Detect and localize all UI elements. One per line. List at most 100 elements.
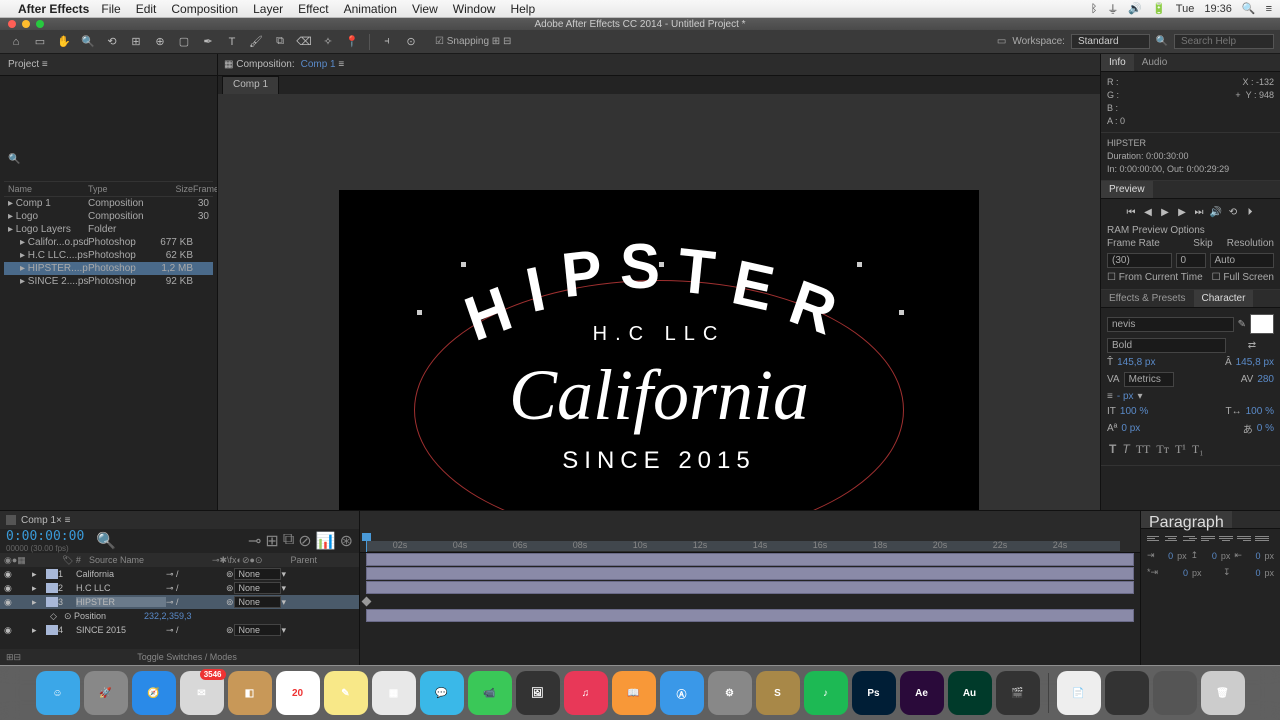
timeline-tab[interactable]: Comp 1 × ≡	[0, 511, 359, 529]
timeline-layer[interactable]: ◉▸ 4SINCE 2015⊸ / ⊚ None▾	[0, 623, 359, 637]
menu-file[interactable]: File	[101, 2, 120, 16]
shape-tool-icon[interactable]: ▢	[174, 33, 194, 51]
expand-icon[interactable]: ⊞⊟	[6, 652, 21, 663]
dock-ibooks[interactable]: 📖	[612, 671, 656, 715]
timeline-layer[interactable]: ◉▸ 3HIPSTER⊸ / ⊚ None▾	[0, 595, 359, 609]
canvas[interactable]: HIPSTER H.C LLC California SINCE 2015	[339, 190, 979, 550]
motion-blur-icon[interactable]: ⊘	[298, 531, 311, 551]
space-before-input[interactable]: 0	[1202, 551, 1217, 561]
dock-facetime[interactable]: 📹	[468, 671, 512, 715]
toggle-switches-button[interactable]: Toggle Switches / Modes	[21, 652, 353, 662]
first-line-input[interactable]: 0	[1162, 568, 1188, 578]
justify-last-left-icon[interactable]	[1201, 532, 1215, 544]
brush-tool-icon[interactable]: 🖌	[246, 33, 266, 51]
draft-icon[interactable]: ⊞	[265, 531, 278, 551]
tracking-input[interactable]: 280	[1257, 374, 1274, 385]
project-item[interactable]: ▸ Logo LayersFolder	[4, 223, 213, 236]
project-item[interactable]: ▸ LogoComposition30	[4, 210, 213, 223]
dock-mail[interactable]: ✉3546	[180, 671, 224, 715]
ram-preview-icon[interactable]: ⏵	[1243, 207, 1257, 221]
preview-tab[interactable]: Preview	[1101, 181, 1153, 198]
dock-trash[interactable]: 🗑	[1201, 671, 1245, 715]
dock-notes[interactable]: ✎	[324, 671, 368, 715]
swap-colors-icon[interactable]: ⇄	[1230, 340, 1274, 351]
dock-contacts[interactable]: ◧	[228, 671, 272, 715]
camera-tool-icon[interactable]: ⊞	[126, 33, 146, 51]
space-after-input[interactable]: 0	[1234, 568, 1260, 578]
hipster-text[interactable]: HIPSTER	[466, 232, 852, 304]
brainstorm-icon[interactable]: ⊛	[340, 531, 353, 551]
bluetooth-icon[interactable]: ᛒ	[1091, 3, 1098, 15]
info-tab[interactable]: Info	[1101, 54, 1134, 71]
volume-icon[interactable]: 🔊	[1128, 2, 1142, 15]
project-item[interactable]: ▸ Comp 1Composition30	[4, 197, 213, 210]
clock-time[interactable]: 19:36	[1204, 3, 1232, 15]
skip-dropdown[interactable]: 0	[1176, 253, 1206, 268]
text-tool-icon[interactable]: T	[222, 33, 242, 51]
anchor-icon[interactable]: ⊙	[401, 33, 421, 51]
minimize-window-icon[interactable]	[22, 20, 30, 28]
last-frame-icon[interactable]: ⏭	[1192, 207, 1206, 221]
menu-composition[interactable]: Composition	[171, 2, 238, 16]
dock-calendar[interactable]: 20	[276, 671, 320, 715]
mute-icon[interactable]: 🔊	[1209, 207, 1223, 221]
menu-layer[interactable]: Layer	[253, 2, 283, 16]
spotlight-icon[interactable]: 🔍	[1242, 2, 1256, 15]
notifications-icon[interactable]: ≡	[1266, 3, 1272, 15]
dock-aftereffects[interactable]: Ae	[900, 671, 944, 715]
dock-safari[interactable]: 🧭	[132, 671, 176, 715]
italic-button[interactable]: T	[1122, 442, 1129, 457]
search-help-input[interactable]	[1174, 34, 1274, 49]
dock-sublime[interactable]: S	[756, 671, 800, 715]
justify-all-icon[interactable]	[1255, 532, 1269, 544]
vscale-input[interactable]: 100 %	[1120, 406, 1148, 417]
layer-bar[interactable]	[366, 581, 1134, 594]
from-current-check[interactable]: ☐ From Current Time	[1107, 272, 1203, 283]
font-style-dropdown[interactable]: Bold	[1107, 338, 1226, 353]
indent-left-input[interactable]: 0	[1159, 551, 1174, 561]
timeline-ruler[interactable]: 02s04s06s08s10s12s14s16s18s20s22s24s	[360, 511, 1140, 553]
subscript-button[interactable]: T₁	[1192, 442, 1204, 457]
dock-win2[interactable]	[1153, 671, 1197, 715]
timeline-timecode[interactable]: 0:00:00:00	[6, 529, 84, 544]
project-search-input[interactable]	[8, 165, 209, 177]
snapping-label[interactable]: ☑ Snapping ⊞ ⊟	[435, 36, 511, 47]
pen-tool-icon[interactable]: ✒	[198, 33, 218, 51]
smallcaps-button[interactable]: Tᴛ	[1156, 442, 1169, 457]
project-item[interactable]: ▸ HIPSTER....psdPhotoshop1,2 MB	[4, 262, 213, 275]
framerate-dropdown[interactable]: (30)	[1107, 253, 1172, 268]
frame-blend-icon[interactable]: ⧉	[283, 531, 294, 551]
workspace-dropdown[interactable]: Standard	[1071, 34, 1150, 49]
clock-day[interactable]: Tue	[1176, 3, 1195, 15]
keyframe-icon[interactable]	[362, 597, 372, 607]
comp-tab[interactable]: Comp 1	[222, 76, 279, 94]
composition-name[interactable]: Comp 1	[301, 59, 336, 70]
character-tab[interactable]: Character	[1194, 290, 1254, 307]
shy-icon[interactable]: ⊸	[248, 531, 261, 551]
dock-photoshop[interactable]: Ps	[852, 671, 896, 715]
menu-window[interactable]: Window	[453, 2, 496, 16]
home-icon[interactable]: ⌂	[6, 33, 26, 51]
app-name[interactable]: After Effects	[18, 2, 89, 16]
dock-numbers[interactable]: ▦	[372, 671, 416, 715]
font-size-input[interactable]: 145,8 px	[1117, 357, 1155, 368]
tsume-input[interactable]: 0 %	[1257, 423, 1274, 434]
align-center-icon[interactable]	[1165, 532, 1179, 544]
align-right-icon[interactable]	[1183, 532, 1197, 544]
hscale-input[interactable]: 100 %	[1246, 406, 1274, 417]
timeline-property[interactable]: ◇⊙ Position232,2,359,3	[0, 609, 359, 623]
audio-tab[interactable]: Audio	[1134, 54, 1176, 71]
timeline-layer[interactable]: ◉▸ 1California⊸ / ⊚ None▾	[0, 567, 359, 581]
baseline-input[interactable]: 0 px	[1121, 423, 1140, 434]
project-item[interactable]: ▸ H.C LLC....psdPhotoshop62 KB	[4, 249, 213, 262]
dock-messages[interactable]: 💬	[420, 671, 464, 715]
play-icon[interactable]: ▶	[1158, 207, 1172, 221]
superscript-button[interactable]: T¹	[1175, 442, 1186, 457]
rotate-tool-icon[interactable]: ⟲	[102, 33, 122, 51]
dock-itunes[interactable]: ♫	[564, 671, 608, 715]
puppet-tool-icon[interactable]: 📍	[342, 33, 362, 51]
loop-icon[interactable]: ⟲	[1226, 207, 1240, 221]
playhead[interactable]	[366, 539, 367, 552]
eyedropper-icon[interactable]: ✎	[1238, 319, 1246, 330]
dock-settings[interactable]: ⚙	[708, 671, 752, 715]
